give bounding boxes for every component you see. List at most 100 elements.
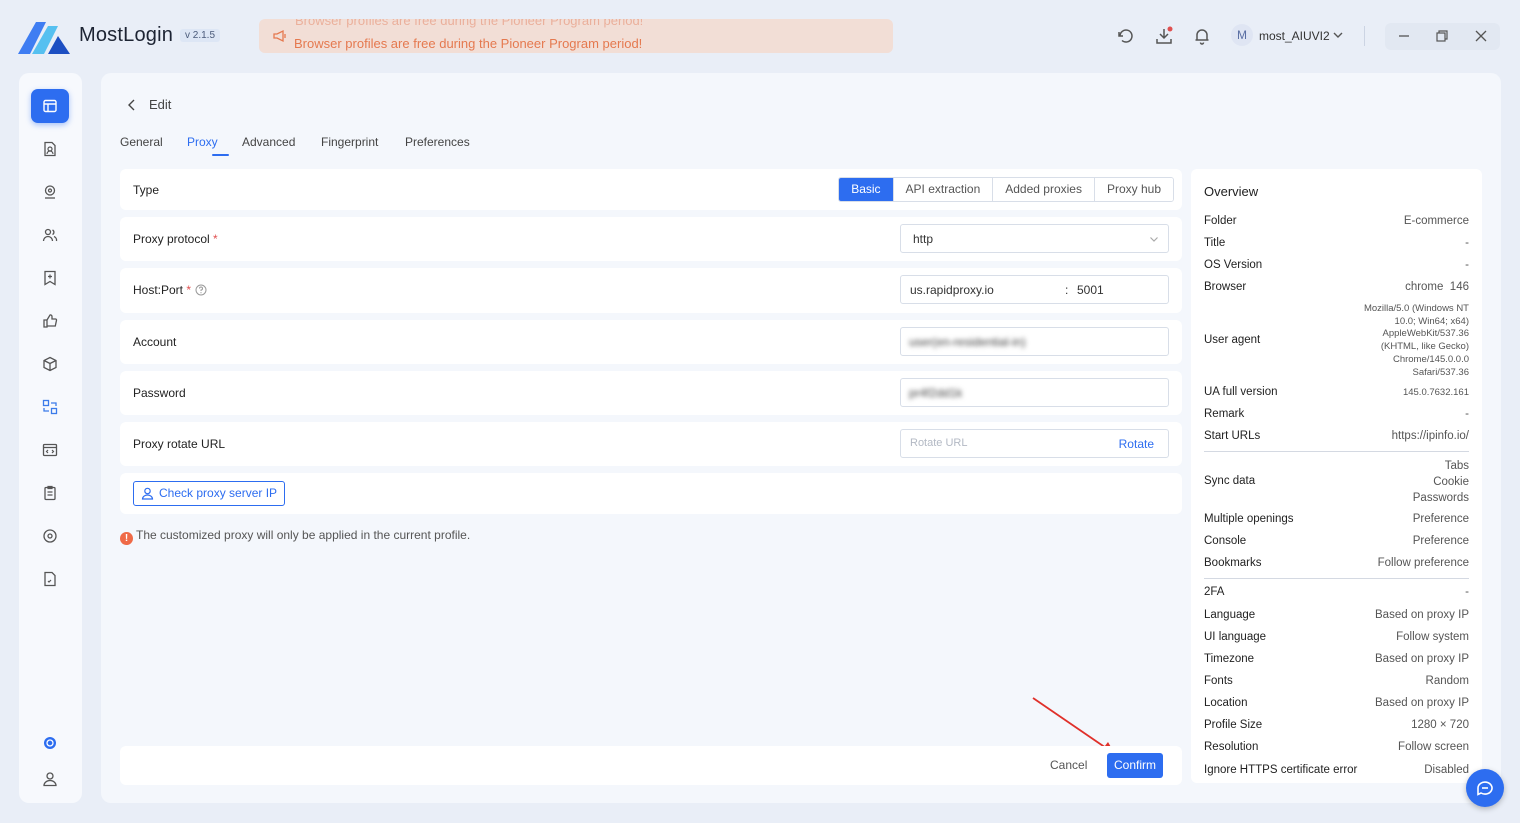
overview-value: - xyxy=(1465,259,1469,271)
nav-extensions[interactable] xyxy=(31,347,69,381)
api-icon xyxy=(42,443,58,457)
chevron-down-icon xyxy=(1333,32,1343,38)
automation-icon xyxy=(42,399,58,415)
nav-profile-edit[interactable] xyxy=(31,132,69,166)
overview-key: Multiple openings xyxy=(1204,513,1294,525)
download-icon[interactable] xyxy=(1154,26,1174,46)
proxy-protocol-row: Proxy protocol * http xyxy=(120,217,1182,261)
help-question-icon[interactable] xyxy=(195,284,207,296)
rotate-link[interactable]: Rotate xyxy=(1119,437,1154,451)
proxy-protocol-label: Proxy protocol * xyxy=(133,232,218,246)
overview-key: Profile Size xyxy=(1204,719,1263,731)
status-icon xyxy=(44,737,56,749)
nav-automation[interactable] xyxy=(31,390,69,424)
overview-key: Remark xyxy=(1204,408,1245,420)
overview-value: Random xyxy=(1425,675,1469,687)
account-row: Account user(en-residential-in) xyxy=(120,320,1182,364)
rotate-url-label: Proxy rotate URL xyxy=(133,437,226,451)
settings-icon xyxy=(43,529,57,543)
thumbs-up-icon xyxy=(43,314,58,328)
overview-key: Location xyxy=(1204,697,1248,709)
ua-line: (KHTML, like Gecko) xyxy=(1380,341,1469,353)
nav-account[interactable] xyxy=(31,762,69,796)
ua-line: 10.0; Win64; x64) xyxy=(1394,315,1469,327)
chevron-down-icon xyxy=(1150,237,1158,242)
cancel-button[interactable]: Cancel xyxy=(1050,758,1087,772)
overview-value: chrome 146 xyxy=(1405,281,1469,293)
port-input[interactable]: 5001 xyxy=(1077,283,1104,297)
rotate-url-row: Proxy rotate URL Rotate URL Rotate xyxy=(120,422,1182,466)
overview-key: 2FA xyxy=(1204,586,1225,598)
browser-profile-icon xyxy=(43,99,57,113)
account-label: Account xyxy=(133,335,177,349)
username: most_AIUVI2 xyxy=(1259,29,1330,43)
nav-team[interactable] xyxy=(31,218,69,252)
clipboard-icon xyxy=(44,485,56,501)
account-input[interactable]: user(en-residential-in) xyxy=(900,327,1169,356)
proxy-protocol-select[interactable]: http xyxy=(900,224,1169,253)
nav-recommendations[interactable] xyxy=(31,304,69,338)
nav-status[interactable] xyxy=(31,726,69,760)
password-label: Password xyxy=(133,386,186,400)
restore-icon[interactable] xyxy=(1435,29,1449,43)
proxy-protocol-label-text: Proxy protocol xyxy=(133,232,210,246)
password-input[interactable]: pr4f2dd1k xyxy=(900,378,1169,407)
avatar: M xyxy=(1231,24,1253,46)
megaphone-icon xyxy=(273,29,286,43)
check-proxy-ip-button[interactable]: Check proxy server IP xyxy=(133,481,286,506)
announcement-banner[interactable]: Browser profiles are free during the Pio… xyxy=(259,19,893,53)
app-name: MostLogin xyxy=(79,24,174,46)
close-icon[interactable] xyxy=(1474,29,1488,43)
nav-settings[interactable] xyxy=(31,519,69,553)
tab-preferences[interactable]: Preferences xyxy=(405,135,470,149)
title-bar: MostLogin v 2.1.5 Browser profiles are f… xyxy=(0,0,1520,72)
overview-value: Follow system xyxy=(1396,631,1469,643)
confirm-button[interactable]: Confirm xyxy=(1107,753,1163,778)
type-proxy-hub-button[interactable]: Proxy hub xyxy=(1093,178,1173,201)
tab-fingerprint[interactable]: Fingerprint xyxy=(321,135,378,149)
banner-text: Browser profiles are free during the Pio… xyxy=(294,36,643,51)
overview-key: Ignore HTTPS certificate error xyxy=(1204,764,1358,776)
overview-key: Sync data xyxy=(1204,475,1256,487)
type-added-proxies-button[interactable]: Added proxies xyxy=(992,178,1094,201)
warning-icon: ! xyxy=(120,532,133,545)
host-port-row: Host:Port * us.rapidproxy.io : 5001 xyxy=(120,268,1182,313)
overview-key: Language xyxy=(1204,609,1256,621)
overview-key: Timezone xyxy=(1204,653,1255,665)
host-input[interactable]: us.rapidproxy.io xyxy=(910,283,994,297)
back-arrow-icon[interactable] xyxy=(125,98,139,112)
nav-documents[interactable] xyxy=(31,562,69,596)
nav-logs[interactable] xyxy=(31,476,69,510)
tab-general[interactable]: General xyxy=(120,135,163,149)
required-mark: * xyxy=(213,232,218,246)
account-icon xyxy=(43,772,57,787)
minimize-icon[interactable] xyxy=(1397,29,1411,43)
nav-bookmarks[interactable] xyxy=(31,261,69,295)
overview-key: OS Version xyxy=(1204,259,1263,271)
nav-proxies[interactable] xyxy=(31,175,69,209)
document-icon xyxy=(44,571,56,587)
overview-value: Follow screen xyxy=(1398,741,1469,753)
overview-value: 1280 × 720 xyxy=(1411,719,1469,731)
ua-line: Chrome/145.0.0.0 xyxy=(1392,353,1469,365)
type-api-extraction-button[interactable]: API extraction xyxy=(892,178,993,201)
overview-key: Resolution xyxy=(1204,741,1259,753)
sync-icon[interactable] xyxy=(1116,26,1136,46)
type-basic-button[interactable]: Basic xyxy=(839,178,893,201)
nav-browser-profiles[interactable] xyxy=(31,89,69,123)
tab-proxy[interactable]: Proxy xyxy=(187,135,218,149)
tab-advanced[interactable]: Advanced xyxy=(242,135,295,149)
sync-item: Passwords xyxy=(1412,492,1469,504)
overview-value: Disabled xyxy=(1424,764,1469,776)
user-check-icon xyxy=(141,487,154,500)
proxy-notice: ! The customized proxy will only be appli… xyxy=(120,528,470,545)
support-chat-button[interactable] xyxy=(1466,769,1504,807)
notification-bell-icon[interactable] xyxy=(1192,26,1212,46)
edit-profile-panel: Edit General Proxy Advanced Fingerprint … xyxy=(101,73,1501,803)
nav-api[interactable] xyxy=(31,433,69,467)
team-icon xyxy=(42,228,58,242)
overview-value: - xyxy=(1465,586,1469,598)
overview-value: https://ipinfo.io/ xyxy=(1391,430,1469,442)
rotate-url-input[interactable]: Rotate URL Rotate xyxy=(900,429,1169,458)
proxy-notice-text: The customized proxy will only be applie… xyxy=(136,528,471,542)
